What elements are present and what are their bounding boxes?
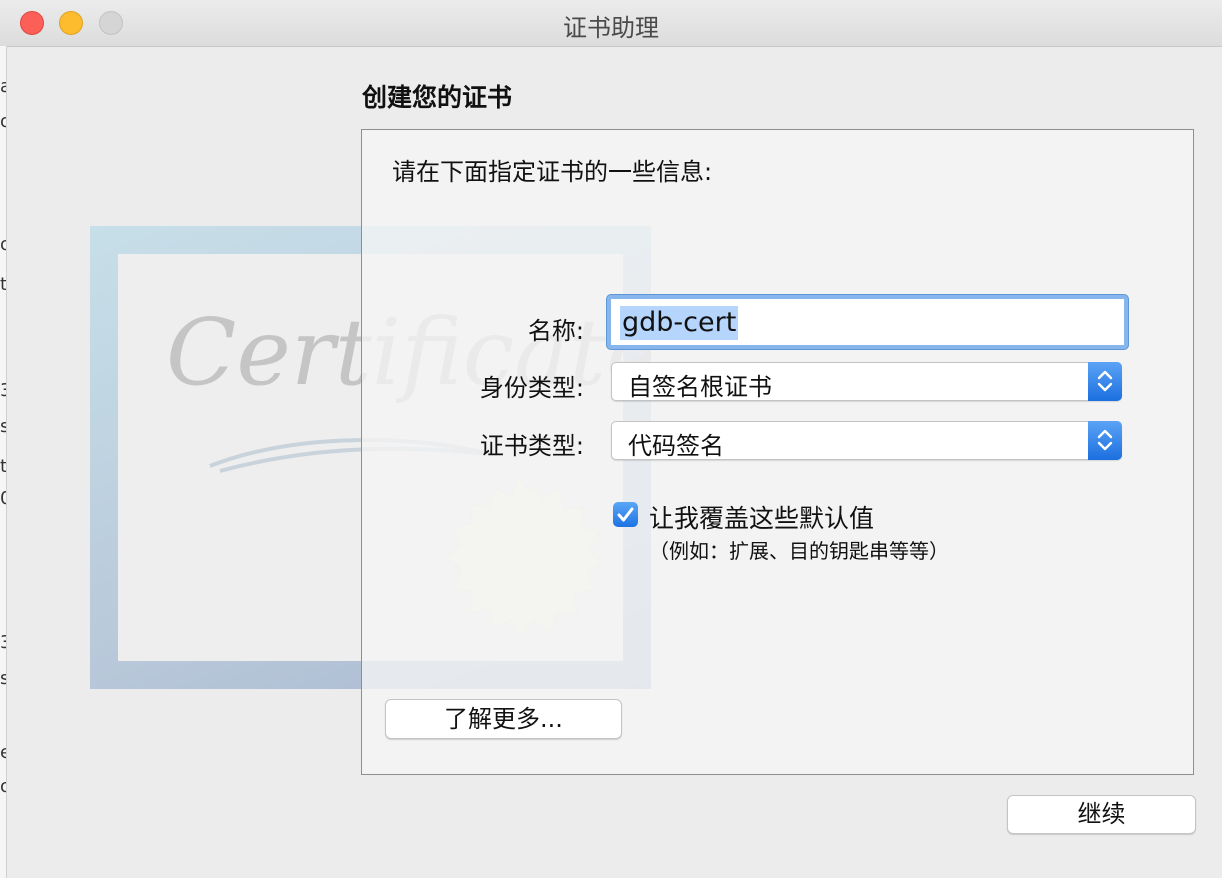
identity-type-stepper[interactable]: [1088, 362, 1122, 401]
edge-text: o: [0, 234, 6, 255]
cert-type-popup[interactable]: 代码签名: [611, 421, 1122, 460]
cert-type-stepper[interactable]: [1088, 421, 1122, 460]
edge-text: 3: [0, 380, 6, 401]
edge-text: e: [0, 742, 6, 763]
name-field-value: gdb-cert: [620, 306, 739, 340]
identity-type-popup[interactable]: 自签名根证书: [611, 362, 1122, 401]
form-prompt: 请在下面指定证书的一些信息:: [392, 158, 713, 186]
override-defaults-label[interactable]: 让我覆盖这些默认值: [649, 499, 874, 535]
override-defaults-checkbox[interactable]: [613, 502, 638, 527]
override-defaults-note: （例如：扩展、目的钥匙串等等）: [649, 539, 949, 563]
edge-text: t: [0, 274, 6, 295]
edge-text: a: [0, 76, 6, 97]
edge-text: 0: [0, 488, 6, 509]
cert-type-value: 代码签名: [628, 432, 724, 460]
chevron-updown-icon: [1097, 370, 1113, 392]
window-title: 证书助理: [563, 14, 659, 42]
checkmark-icon: [617, 507, 634, 522]
continue-button[interactable]: 继续: [1007, 795, 1196, 834]
edge-text: s: [0, 668, 6, 689]
learn-more-button[interactable]: 了解更多...: [385, 699, 622, 739]
background-window-edge: a o o t 3 s t 0 3 s e o: [0, 46, 7, 878]
title-bar[interactable]: 证书助理: [0, 0, 1222, 47]
certificate-assistant-window: 证书助理 a o o t 3 s t 0 3 s e o 创建您的证书 Cert…: [0, 0, 1222, 878]
edge-text: o: [0, 111, 6, 132]
cert-type-label: 证书类型:: [479, 432, 584, 460]
edge-text: t: [0, 456, 6, 477]
identity-type-value: 自签名根证书: [628, 373, 772, 401]
edge-text: 3: [0, 632, 6, 653]
identity-type-label: 身份类型:: [479, 374, 584, 402]
page-heading: 创建您的证书: [362, 83, 513, 112]
name-field[interactable]: gdb-cert: [607, 295, 1128, 349]
chevron-updown-icon: [1097, 429, 1113, 451]
edge-text: s: [0, 416, 6, 437]
name-label: 名称:: [527, 317, 584, 345]
edge-text: o: [0, 776, 6, 797]
